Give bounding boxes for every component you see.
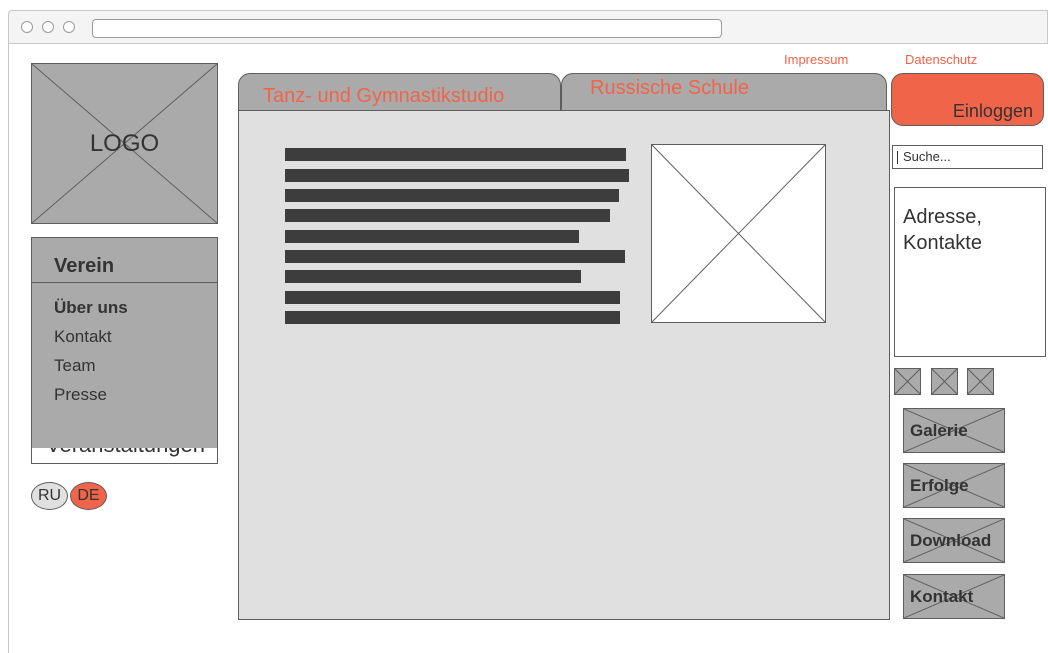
viewport-border (8, 44, 9, 653)
main-content (238, 110, 890, 620)
tab-label: Russische Schule (590, 77, 749, 99)
sidebar-title[interactable]: Verein (54, 255, 114, 278)
text-placeholder-line (285, 148, 626, 161)
content-image-placeholder (651, 144, 826, 323)
social-icon-1[interactable] (894, 368, 921, 395)
text-placeholder-line (285, 291, 620, 304)
kontakt-label: Kontakt (910, 587, 974, 606)
image-placeholder-cross-icon (652, 145, 825, 322)
text-placeholder-line (285, 230, 579, 243)
logo-placeholder: LOGO (31, 63, 218, 224)
language-ru-button[interactable]: RU (31, 482, 68, 510)
search-input[interactable]: Suche... (892, 145, 1043, 169)
galerie-label: Galerie (910, 421, 968, 440)
sidebar-item-kontakt[interactable]: Kontakt (54, 327, 112, 347)
text-placeholder-line (285, 250, 625, 263)
sidebar-menu: Veranstaltungen Verein Über uns Kontakt … (31, 237, 218, 464)
erfolge-label: Erfolge (910, 476, 969, 495)
galerie-button[interactable]: Galerie (903, 408, 1005, 453)
datenschutz-link[interactable]: Datenschutz (905, 52, 977, 67)
download-button[interactable]: Download (903, 518, 1005, 563)
impressum-link[interactable]: Impressum (784, 52, 848, 67)
image-placeholder-cross-icon (967, 368, 994, 395)
sidebar-item-presse[interactable]: Presse (54, 385, 107, 405)
text-placeholder-line (285, 169, 629, 182)
address-bar[interactable] (92, 19, 722, 38)
search-placeholder: Suche... (903, 149, 951, 164)
social-icon-3[interactable] (967, 368, 994, 395)
kontakt-button[interactable]: Kontakt (903, 574, 1005, 619)
tab-russische-schule[interactable]: Russische Schule (561, 73, 887, 111)
download-label: Download (910, 531, 992, 550)
language-de-button[interactable]: DE (70, 482, 107, 510)
text-placeholder-line (285, 270, 581, 283)
login-button[interactable]: Einloggen (891, 73, 1044, 126)
image-placeholder-cross-icon (931, 368, 958, 395)
address-contacts-box: Adresse, Kontakte (894, 187, 1046, 357)
social-icon-2[interactable] (931, 368, 958, 395)
window-close-dot[interactable] (21, 21, 33, 33)
text-placeholder-line (285, 209, 610, 222)
image-placeholder-cross-icon (894, 368, 921, 395)
sidebar-item-team[interactable]: Team (54, 356, 96, 376)
erfolge-button[interactable]: Erfolge (903, 463, 1005, 508)
sidebar-divider (32, 282, 217, 283)
text-placeholder-line (285, 311, 620, 324)
tab-tanz-gymnastikstudio[interactable]: Tanz- und Gymnastikstudio (238, 73, 561, 111)
text-cursor (897, 151, 898, 164)
browser-toolbar (8, 10, 1048, 44)
sidebar-menu-panel: Verein Über uns Kontakt Team Presse (32, 238, 217, 448)
window-maximize-dot[interactable] (63, 21, 75, 33)
logo-label: LOGO (89, 130, 160, 157)
text-placeholder-line (285, 189, 619, 202)
sidebar-item-ueber-uns[interactable]: Über uns (54, 298, 128, 318)
window-minimize-dot[interactable] (42, 21, 54, 33)
